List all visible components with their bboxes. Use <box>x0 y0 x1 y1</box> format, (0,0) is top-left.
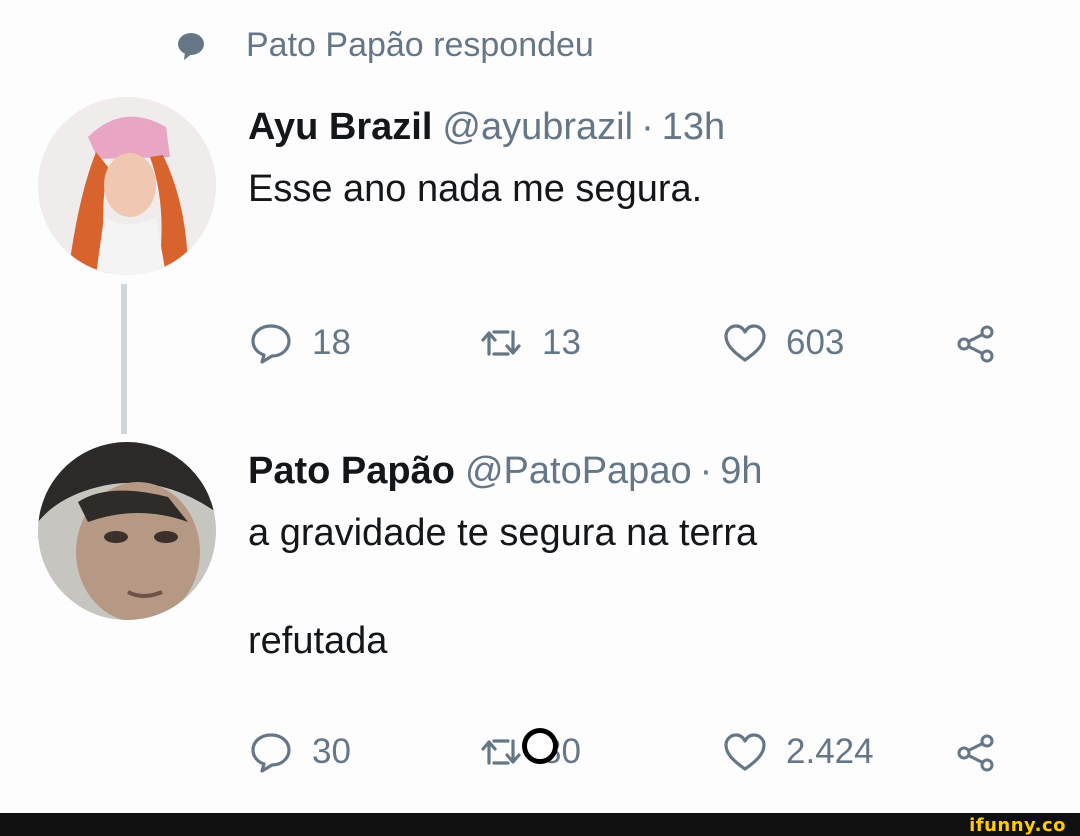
reply-context: Pato Papão respondeu <box>176 26 594 65</box>
reply-icon <box>251 324 291 364</box>
header-separator: · <box>699 450 713 492</box>
author-name[interactable]: Pato Papão <box>248 448 455 494</box>
tweet-header: Pato Papão @PatoPapao · 9h <box>248 448 763 494</box>
retweet-icon <box>481 739 521 765</box>
avatar[interactable] <box>38 442 216 620</box>
tweet-actions: 30 80 2.424 <box>248 722 1048 782</box>
tweet-text: refutada <box>248 620 388 662</box>
retweet-count: 13 <box>542 323 581 362</box>
share-button[interactable] <box>954 722 1000 782</box>
avatar-image <box>38 97 216 275</box>
author-handle[interactable]: @ayubrazil <box>442 104 633 150</box>
author-handle[interactable]: @PatoPapao <box>465 448 692 494</box>
tweet-timestamp[interactable]: 13h <box>662 104 725 150</box>
share-button[interactable] <box>954 313 1000 373</box>
footer-bar: ifunny.co <box>0 813 1080 836</box>
tweet: Pato Papão @PatoPapao · 9h a gravidade t… <box>248 448 763 664</box>
avatar[interactable] <box>38 97 216 275</box>
tweet-text: a gravidade te segura na terra <box>248 512 758 554</box>
avatar-image <box>38 442 216 620</box>
reply-context-text: Pato Papão respondeu <box>246 26 594 64</box>
tweet-screenshot: Pato Papão respondeu Ayu Brazil @ayubraz… <box>0 0 1080 836</box>
share-icon <box>957 325 994 363</box>
tweet: Ayu Brazil @ayubrazil · 13h Esse ano nad… <box>248 104 725 212</box>
tweet-actions: 18 13 603 <box>248 313 1048 373</box>
tweet-text: Esse ano nada me segura. <box>248 168 703 210</box>
heart-icon <box>724 733 766 771</box>
retweet-icon <box>481 330 521 356</box>
header-separator: · <box>641 106 654 148</box>
tweet-header: Ayu Brazil @ayubrazil · 13h <box>248 104 725 150</box>
speech-bubble-icon <box>178 32 204 60</box>
heart-icon <box>724 324 766 362</box>
tweet-timestamp[interactable]: 9h <box>720 448 762 494</box>
thread-connector-line <box>121 284 127 434</box>
like-button[interactable]: 2.424 <box>722 722 874 782</box>
reply-count: 30 <box>312 732 351 771</box>
author-name[interactable]: Ayu Brazil <box>248 104 432 150</box>
reply-count: 18 <box>312 323 351 362</box>
reply-button[interactable]: 30 <box>248 722 351 782</box>
share-icon <box>957 734 994 772</box>
reply-icon <box>251 733 291 773</box>
retweet-button[interactable]: 13 <box>478 313 581 373</box>
cursor-ring-icon <box>522 728 558 764</box>
watermark-logo: ifunny.co <box>969 815 1066 836</box>
like-count: 603 <box>786 323 845 362</box>
like-count: 2.424 <box>786 732 874 771</box>
reply-button[interactable]: 18 <box>248 313 351 373</box>
like-button[interactable]: 603 <box>722 313 844 373</box>
